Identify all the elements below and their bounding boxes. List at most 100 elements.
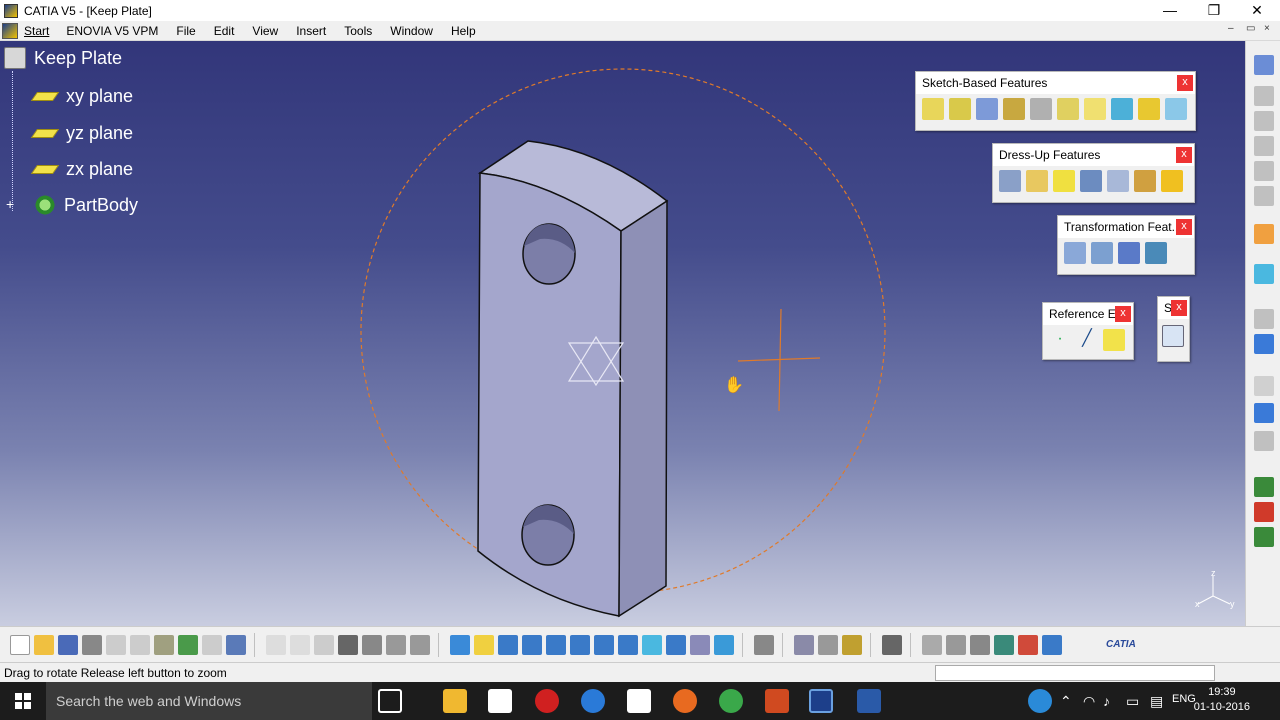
scaling-icon[interactable] <box>1145 242 1167 264</box>
edge-icon[interactable] <box>581 689 605 713</box>
open-folder-icon[interactable] <box>34 634 54 655</box>
pattern-icon[interactable] <box>1118 242 1140 264</box>
help-icon[interactable] <box>1028 689 1052 713</box>
wifi-icon[interactable]: ◠ <box>1083 693 1095 710</box>
select-arrow-icon[interactable] <box>1254 224 1274 244</box>
manipulate-icon[interactable] <box>946 634 966 655</box>
catalog-icon[interactable] <box>1254 477 1274 497</box>
battery-icon[interactable]: ▭ <box>1126 693 1139 710</box>
fit-all-icon[interactable] <box>474 634 494 655</box>
body-icon[interactable] <box>1254 309 1274 329</box>
constraint-icon[interactable] <box>1254 161 1274 181</box>
undo-icon[interactable] <box>178 634 198 655</box>
formula-fx-icon[interactable] <box>266 634 286 655</box>
iso-view-icon[interactable] <box>642 634 662 655</box>
measure-between-icon[interactable] <box>410 634 430 655</box>
tree-node-xy-plane[interactable]: xy plane <box>30 86 133 107</box>
tree-root-node[interactable]: Keep Plate <box>4 47 122 69</box>
tree-node-yz-plane[interactable]: yz plane <box>30 123 133 144</box>
slot-icon[interactable] <box>1084 98 1106 120</box>
knowledge-icon[interactable] <box>1254 502 1274 522</box>
pan-icon[interactable] <box>498 634 518 655</box>
stiffener-icon[interactable] <box>1111 98 1133 120</box>
firefox-icon[interactable] <box>673 689 697 713</box>
start-icon[interactable] <box>2 22 18 39</box>
zoom-in-icon[interactable] <box>546 634 566 655</box>
pocket-icon[interactable] <box>949 98 971 120</box>
constraints-dialog-icon[interactable] <box>818 634 838 655</box>
notification-icon[interactable]: ▤ <box>1150 693 1163 710</box>
shading-icon[interactable] <box>666 634 686 655</box>
gear-icon[interactable] <box>1254 55 1274 75</box>
sketch-icon[interactable] <box>1254 111 1274 131</box>
command-input[interactable] <box>935 665 1215 681</box>
fillet-icon[interactable] <box>999 170 1021 192</box>
close-button[interactable]: ✕ <box>1237 0 1277 21</box>
recorder-icon[interactable] <box>535 689 559 713</box>
mirror-icon[interactable] <box>1091 242 1113 264</box>
measure-inertia-icon[interactable] <box>386 634 406 655</box>
rib-icon[interactable] <box>1057 98 1079 120</box>
tray-expand-icon[interactable]: ⌃ <box>1060 693 1072 710</box>
comment-icon[interactable] <box>290 634 310 655</box>
paste-icon[interactable] <box>154 634 174 655</box>
list-icon[interactable] <box>1042 634 1062 655</box>
remove-loft-icon[interactable] <box>1165 98 1187 120</box>
plane-icon[interactable] <box>1103 329 1125 351</box>
mdi-minimize-button[interactable]: – <box>1228 23 1234 34</box>
menu-edit[interactable]: Edit <box>205 24 244 38</box>
groove-icon[interactable] <box>1003 98 1025 120</box>
menu-enovia[interactable]: ENOVIA V5 VPM <box>57 24 167 38</box>
thread-icon[interactable] <box>1134 170 1156 192</box>
close-icon[interactable]: x <box>1176 219 1192 235</box>
volume-icon[interactable]: ♪ <box>1103 693 1110 709</box>
line-icon[interactable]: ╱ <box>1076 329 1098 351</box>
normal-view-icon[interactable] <box>594 634 614 655</box>
analysis-icon[interactable] <box>1254 186 1274 206</box>
update-icon[interactable] <box>754 634 774 655</box>
draft-icon[interactable] <box>1053 170 1075 192</box>
knowledge-advisor-icon[interactable] <box>314 634 334 655</box>
new-file-icon[interactable] <box>10 634 30 655</box>
measure-icon[interactable] <box>1254 136 1274 156</box>
save-icon[interactable] <box>58 634 78 655</box>
menu-help[interactable]: Help <box>442 24 485 38</box>
thickness-icon[interactable] <box>1107 170 1129 192</box>
copy-icon[interactable] <box>130 634 150 655</box>
store-icon[interactable] <box>488 689 512 713</box>
constraint-icon[interactable] <box>794 634 814 655</box>
close-icon[interactable]: x <box>1171 300 1187 316</box>
redo-icon[interactable] <box>202 634 222 655</box>
dimensions-icon[interactable] <box>970 634 990 655</box>
sync-icon[interactable] <box>922 634 942 655</box>
boolean-icon[interactable] <box>1018 634 1038 655</box>
menu-start[interactable]: Start <box>22 24 57 38</box>
loft-icon[interactable] <box>1138 98 1160 120</box>
law-icon[interactable] <box>1254 403 1274 423</box>
hide-show-icon[interactable] <box>690 634 710 655</box>
3d-viewport[interactable]: z x y ✋ Keep Plate xy plane yz plane zx … <box>0 41 1245 626</box>
remove-face-icon[interactable] <box>1161 170 1183 192</box>
cut-icon[interactable] <box>106 634 126 655</box>
body-copy-icon[interactable] <box>994 634 1014 655</box>
close-icon[interactable]: x <box>1176 147 1192 163</box>
close-icon[interactable]: x <box>1115 306 1131 322</box>
presenter-icon[interactable] <box>765 689 789 713</box>
expand-icon[interactable]: + <box>6 197 18 211</box>
document-icon[interactable] <box>627 689 651 713</box>
mdi-restore-button[interactable]: ▭ <box>1246 23 1255 34</box>
surface-icon[interactable] <box>1254 264 1274 284</box>
multi-view-icon[interactable] <box>618 634 638 655</box>
translation-icon[interactable] <box>1064 242 1086 264</box>
menu-insert[interactable]: Insert <box>287 24 335 38</box>
apply-material-icon[interactable] <box>1254 431 1274 451</box>
close-icon[interactable]: x <box>1177 75 1193 91</box>
zoom-out-icon[interactable] <box>570 634 590 655</box>
tree-node-partbody[interactable]: + PartBody <box>6 194 138 216</box>
point-icon[interactable]: · <box>1049 329 1071 351</box>
menu-file[interactable]: File <box>167 24 204 38</box>
mdi-close-button[interactable]: × <box>1264 23 1270 34</box>
formula-icon[interactable] <box>1254 376 1274 396</box>
anchor-icon[interactable] <box>842 634 862 655</box>
file-explorer-icon[interactable] <box>443 689 467 713</box>
